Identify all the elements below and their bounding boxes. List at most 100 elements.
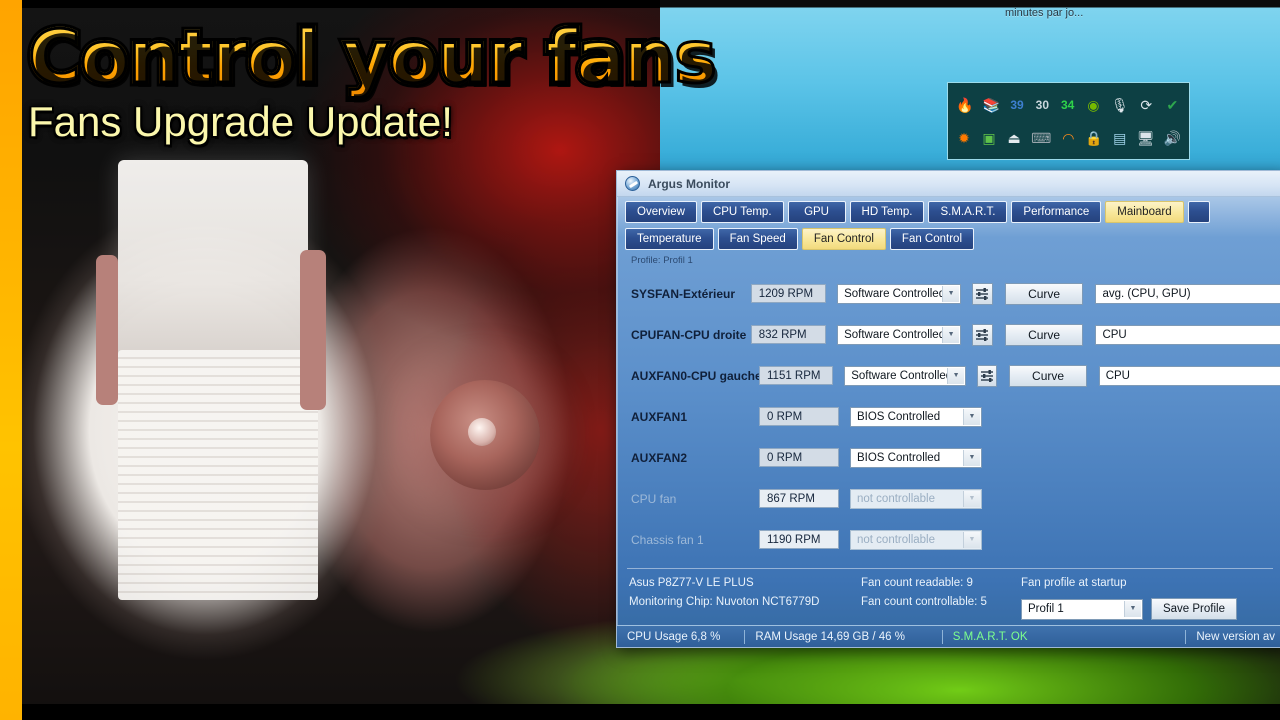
- sub-tab-bar[interactable]: Temperature Fan Speed Fan Control Fan Contr…: [617, 223, 1280, 253]
- fan-rpm-value: 832 RPM: [750, 325, 827, 344]
- fan-name-label: SYSFAN-Extérieur: [631, 286, 736, 301]
- cooler-fan-hub: [430, 380, 540, 490]
- chevron-down-icon[interactable]: ▼: [947, 367, 965, 384]
- fan-row: Chassis fan 1 1190 RPM not controllable ▼: [631, 519, 1280, 560]
- curve-button[interactable]: Curve: [1004, 323, 1084, 346]
- chevron-down-icon[interactable]: ▼: [963, 408, 980, 425]
- desktop-partial-text: minutes par jo...: [1005, 7, 1084, 19]
- network-icon[interactable]: 🖥: [1137, 127, 1155, 148]
- fan-mode-select: not controllable ▼: [850, 529, 982, 550]
- left-accent-bar: [0, 0, 22, 720]
- fan-rpm-value: 0 RPM: [759, 448, 839, 467]
- profile-controls-row: Profil 1 ▼ Save Profile: [1021, 598, 1237, 620]
- fan-rpm-value: 867 RPM: [759, 489, 839, 508]
- temp-value-30: 30: [1035, 97, 1050, 112]
- tray-row-bottom[interactable]: ✹ ▣ ⏏ ⌨ ◠ 🔒 ▤ 🖥 🔊: [956, 125, 1181, 151]
- fan-name-label: CPU fan: [631, 491, 677, 506]
- footer-mainboard-col: Asus P8Z77-V LE PLUS Monitoring Chip: Nu…: [629, 577, 861, 620]
- sliders-icon[interactable]: [972, 282, 993, 305]
- microphone-icon[interactable]: 🎙: [1111, 94, 1129, 115]
- tab-overflow[interactable]: [1187, 201, 1210, 223]
- argus-logo-icon: [625, 176, 640, 191]
- letterbox-bottom: [0, 704, 1280, 720]
- fan-mode-select[interactable]: BIOS Controlled ▼: [850, 406, 982, 427]
- fan-row: AUXFAN0-CPU gauche 1151 RPM Software Contr…: [631, 355, 1280, 396]
- curve-button[interactable]: Curve: [1009, 364, 1087, 387]
- curve-button[interactable]: Curve: [1004, 282, 1084, 305]
- system-tray-panel[interactable]: 🔥 📚 39 30 34 ◉ 🎙 ⟳ ✔ ✹ ▣ ⏏ ⌨ ◠ 🔒 ▤ 🖥 🔊: [947, 82, 1190, 160]
- window-titlebar[interactable]: Argus Monitor: [617, 171, 1280, 197]
- main-tab-bar[interactable]: Overview CPU Temp. GPU HD Temp. S.M.A.R.T. Pe…: [617, 197, 1280, 223]
- subtab-fan-control[interactable]: Fan Control: [889, 228, 975, 250]
- page-title: Control your fans: [27, 17, 908, 98]
- tab-gpu[interactable]: GPU: [787, 201, 846, 223]
- title-main-wrap: Control your fans Control your fans: [24, 14, 908, 101]
- fan-mode-value: not controllable: [857, 492, 935, 505]
- fan-row: CPU fan 867 RPM not controllable ▼: [631, 478, 1280, 519]
- sync-icon[interactable]: ⟳: [1138, 94, 1155, 115]
- firefox-icon[interactable]: ◠: [1060, 127, 1076, 148]
- subtab-fan-control[interactable]: Fan Control: [801, 228, 886, 250]
- fan-mode-select[interactable]: Software Controlled ▼: [844, 365, 967, 386]
- temp-value-34: 34: [1060, 97, 1075, 112]
- fan-row: SYSFAN-Extérieur 1209 RPM Software Control…: [631, 273, 1280, 314]
- fan-mode-select[interactable]: BIOS Controlled ▼: [850, 447, 982, 468]
- status-bar: CPU Usage 6,8 % RAM Usage 14,69 GB / 46 …: [617, 625, 1280, 647]
- fan-mode-select: not controllable ▼: [850, 488, 982, 509]
- fan-mode-select[interactable]: Software Controlled ▼: [837, 324, 962, 345]
- fan-count-readable: Fan count readable: 9: [861, 577, 973, 589]
- vlc-green-icon[interactable]: ▣: [981, 127, 997, 148]
- fan-mode-value: BIOS Controlled: [857, 451, 941, 464]
- tab-hd-temp[interactable]: HD Temp.: [849, 201, 925, 223]
- flame-icon[interactable]: 🔥: [956, 94, 973, 115]
- chevron-down-icon[interactable]: ▼: [1124, 600, 1141, 617]
- status-ram-usage: RAM Usage 14,69 GB / 46 %: [745, 629, 943, 644]
- window-title: Argus Monitor: [648, 176, 730, 191]
- battery-icon[interactable]: ▤: [1112, 127, 1128, 148]
- sliders-icon[interactable]: [972, 323, 993, 346]
- save-profile-button[interactable]: Save Profile: [1151, 598, 1237, 620]
- subtab-temperature[interactable]: Temperature: [625, 228, 714, 250]
- fan-control-list: SYSFAN-Extérieur 1209 RPM Software Control…: [617, 270, 1280, 560]
- fan-name-label: AUXFAN0-CPU gauche: [631, 368, 762, 383]
- volume-icon[interactable]: 🔊: [1164, 127, 1181, 148]
- argus-monitor-window[interactable]: Argus Monitor Overview CPU Temp. GPU HD Tem…: [616, 170, 1280, 648]
- tab-performance[interactable]: Performance: [1011, 201, 1102, 223]
- fan-row: AUXFAN1 0 RPM BIOS Controlled ▼: [631, 396, 1280, 437]
- sliders-icon[interactable]: [977, 364, 998, 387]
- tab-mainboard[interactable]: Mainboard: [1105, 201, 1184, 223]
- fan-rpm-value: 1151 RPM: [759, 366, 834, 385]
- books-icon[interactable]: 📚: [982, 94, 999, 115]
- nvidia-icon[interactable]: ◉: [1085, 94, 1102, 115]
- fan-row: AUXFAN2 0 RPM BIOS Controlled ▼: [631, 437, 1280, 478]
- mainboard-model: Asus P8Z77-V LE PLUS: [629, 577, 754, 589]
- monitoring-chip: Monitoring Chip: Nuvoton NCT6779D: [629, 596, 820, 608]
- lock-icon[interactable]: 🔒: [1085, 127, 1102, 148]
- avast-icon[interactable]: ✹: [956, 127, 972, 148]
- keyboard-icon[interactable]: ⌨: [1031, 127, 1051, 148]
- status-smart: S.M.A.R.T. OK: [943, 629, 1187, 644]
- fan-mode-select[interactable]: Software Controlled ▼: [837, 283, 962, 304]
- temperature-source-field[interactable]: CPU: [1095, 324, 1280, 345]
- tab-s-m-a-r-t[interactable]: S.M.A.R.T.: [928, 201, 1008, 223]
- status-new-version[interactable]: New version av: [1186, 630, 1280, 644]
- tab-cpu-temp[interactable]: CPU Temp.: [700, 201, 784, 223]
- temperature-source-field[interactable]: CPU: [1098, 365, 1280, 386]
- usb-eject-icon[interactable]: ⏏: [1006, 127, 1022, 148]
- tab-overview[interactable]: Overview: [625, 201, 697, 223]
- temperature-source-field[interactable]: avg. (CPU, GPU): [1095, 283, 1280, 304]
- fan-mode-value: Software Controlled: [844, 328, 946, 341]
- profile-label: Profile: Profil 1: [631, 255, 693, 266]
- startup-profile-select[interactable]: Profil 1 ▼: [1021, 598, 1143, 620]
- chevron-down-icon[interactable]: ▼: [942, 285, 960, 302]
- shield-icon[interactable]: ✔: [1164, 94, 1181, 115]
- fan-name-label: CPUFAN-CPU droite: [631, 327, 747, 342]
- fan-mode-value: BIOS Controlled: [857, 410, 941, 423]
- startup-profile-value: Profil 1: [1028, 603, 1064, 615]
- tray-row-top[interactable]: 🔥 📚 39 30 34 ◉ 🎙 ⟳ ✔: [956, 92, 1181, 118]
- subtab-fan-speed[interactable]: Fan Speed: [717, 228, 798, 250]
- chevron-down-icon[interactable]: ▼: [963, 449, 980, 466]
- fan-mode-value: Software Controlled: [851, 369, 953, 382]
- fan-name-label: AUXFAN1: [631, 409, 688, 424]
- chevron-down-icon[interactable]: ▼: [942, 326, 960, 343]
